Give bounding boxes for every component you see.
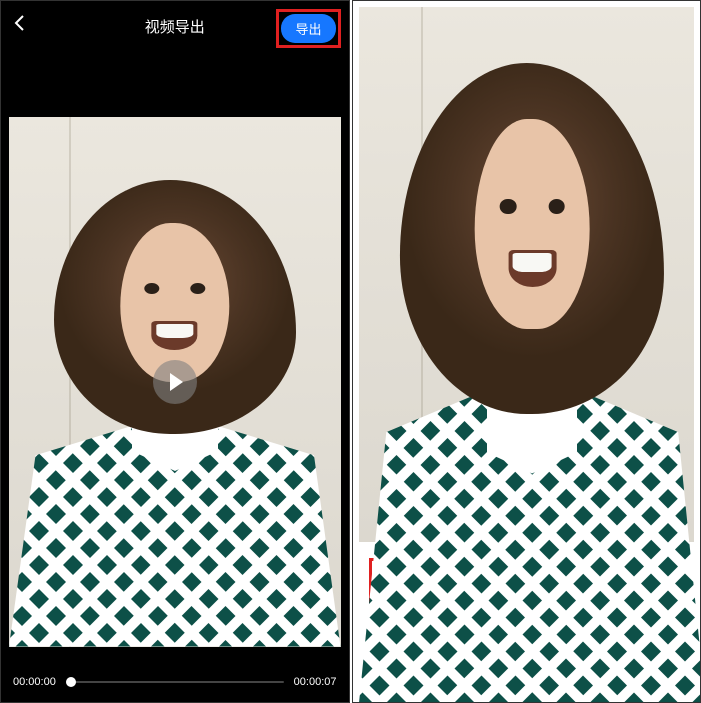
header: 视频导出 导出 <box>1 1 349 51</box>
result-preview <box>359 7 695 542</box>
video-preview[interactable] <box>9 117 341 647</box>
save-screen: 保存到相册 完成 <box>352 0 701 703</box>
video-area <box>1 51 349 662</box>
export-highlight: 导出 <box>276 9 340 48</box>
progress-bar[interactable] <box>66 681 284 683</box>
export-button[interactable]: 导出 <box>281 14 335 43</box>
play-icon <box>170 373 183 391</box>
time-total: 00:00:07 <box>294 676 337 688</box>
back-icon[interactable] <box>13 14 25 38</box>
play-button[interactable] <box>153 360 197 404</box>
time-current: 00:00:00 <box>13 676 56 688</box>
result-image <box>359 7 701 703</box>
page-title: 视频导出 <box>145 16 205 37</box>
video-controls: 00:00:00 00:00:07 <box>1 662 349 702</box>
progress-thumb[interactable] <box>66 677 76 687</box>
export-screen: 视频导出 导出 00:00:00 <box>0 0 350 703</box>
